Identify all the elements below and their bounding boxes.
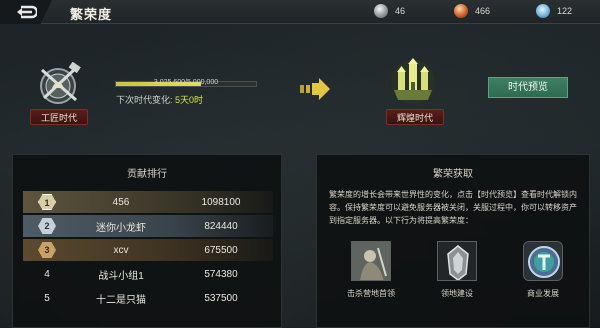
resource-gem-value: 122 [557, 6, 573, 16]
acquire-title: 繁荣获取 [433, 169, 473, 180]
table-row[interactable]: 1 456 1098100 [23, 191, 273, 213]
resource-gold: 466 [454, 4, 490, 18]
resource-gold-value: 466 [475, 6, 491, 16]
player-name: xcv [113, 244, 129, 256]
craftsman-era-emblem [40, 62, 81, 104]
progress-text: 3,025,600/5,000,000 [153, 79, 219, 86]
rank-number: 4 [44, 268, 50, 280]
rank-badge: 3 [38, 242, 56, 258]
commerce-icon [523, 241, 563, 281]
territory-build-icon [437, 241, 477, 281]
table-row[interactable]: 4 战斗小组1 574380 [23, 263, 273, 285]
player-name: 迷你小龙虾 [96, 222, 146, 234]
action-label: 领地建设 [441, 289, 473, 298]
silver-coin-icon [374, 4, 388, 18]
player-score: 537500 [204, 292, 238, 304]
next-change-label: 下次时代变化: [116, 95, 173, 105]
back-button[interactable] [0, 0, 52, 24]
next-change: 下次时代变化: 5天0时 [116, 93, 203, 106]
next-era-label: 辉煌时代 [386, 109, 445, 125]
next-change-value: 5天0时 [175, 95, 204, 105]
prosperity-acquire-panel: 繁荣获取 繁荣度的增长会带来世界性的变化，点击【时代预览】查看时代解锁内容。保持… [316, 154, 590, 328]
action-kill-camp-boss[interactable]: 击杀营地首领 [339, 241, 403, 299]
era-preview-button[interactable]: 时代预览 [488, 77, 568, 98]
player-score: 824440 [204, 220, 238, 232]
glory-era-emblem [391, 58, 435, 104]
table-row[interactable]: 5 十二是只猫 537500 [23, 287, 273, 309]
table-row[interactable]: 2 迷你小龙虾 824440 [23, 215, 273, 237]
player-name: 战斗小组1 [98, 270, 144, 282]
rank-badge: 2 [38, 218, 56, 234]
rank-number: 5 [44, 292, 50, 304]
resource-silver-value: 46 [395, 6, 406, 16]
acquire-description: 繁荣度的增长会带来世界性的变化，点击【时代预览】查看时代解锁内容。保持繁荣度可以… [329, 190, 577, 225]
gold-coin-icon [454, 4, 468, 18]
player-score: 675500 [204, 244, 238, 256]
rank-badge: 1 [38, 194, 56, 210]
ranking-title: 贡献排行 [127, 169, 167, 180]
gem-icon [536, 4, 550, 18]
table-row[interactable]: 3 xcv 675500 [23, 239, 273, 261]
player-score: 574380 [204, 268, 238, 280]
camp-boss-icon [351, 241, 391, 281]
action-territory-build[interactable]: 领地建设 [425, 241, 489, 299]
resource-gem: 122 [536, 4, 572, 18]
page-title: 繁荣度 [70, 7, 113, 22]
player-score: 1098100 [201, 196, 241, 208]
top-bar: 繁荣度 46 466 122 [0, 0, 600, 24]
player-name: 456 [112, 196, 130, 208]
player-name: 十二是只猫 [96, 294, 146, 306]
era-arrow-icon [300, 78, 330, 100]
back-arrow-icon [17, 5, 37, 19]
current-era-label: 工匠时代 [30, 109, 89, 125]
resource-silver: 46 [374, 4, 405, 18]
contribution-ranking-panel: 贡献排行 1 456 1098100 2 迷你小龙虾 824440 3 xcv … [12, 154, 282, 328]
action-commerce[interactable]: 商业发展 [511, 241, 575, 299]
action-label: 击杀营地首领 [347, 289, 395, 298]
action-label: 商业发展 [527, 289, 559, 298]
